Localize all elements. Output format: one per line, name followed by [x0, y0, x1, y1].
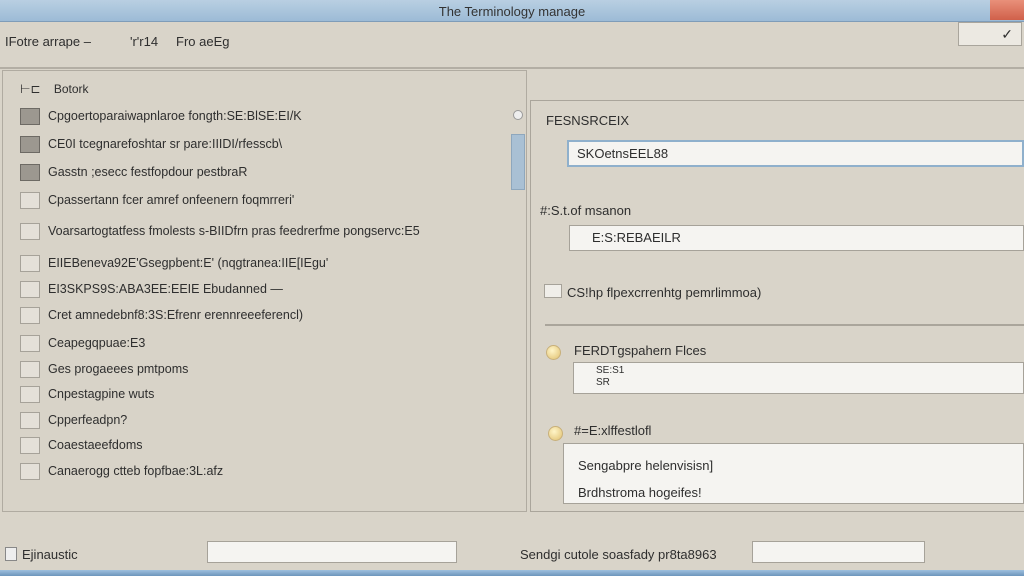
list-item-checkbox[interactable]: [20, 411, 40, 429]
list-item[interactable]: Coaestaeefdoms: [20, 436, 143, 454]
list-item[interactable]: Ceapegqpuae:E3: [20, 334, 145, 352]
list-item[interactable]: Canaerogg ctteb fopfbae:3L:afz: [20, 462, 223, 480]
list-item-checkbox[interactable]: [20, 254, 40, 272]
list-item-checkbox[interactable]: [20, 385, 40, 403]
list-box-line[interactable]: Brdhstroma hogeifes!: [578, 479, 1009, 506]
radio1-textarea[interactable]: SE:S1 SR: [573, 362, 1024, 394]
divider: [0, 67, 1024, 69]
option-checkbox-label: CS!hp flpexcrrenhtg pemrlimmoa): [567, 285, 762, 300]
list-item-checkbox[interactable]: [20, 436, 40, 454]
list-item-label: Canaerogg ctteb fopfbae:3L:afz: [48, 464, 224, 478]
footer-label: Sendgi cutole soasfady pr8ta8963: [520, 547, 717, 562]
tree-icon: ⊢⊏: [20, 82, 41, 96]
separator: [545, 324, 1024, 326]
radio-option-2-label: #=E:xlffestlofl: [574, 423, 652, 438]
textarea-line: SE:S1: [596, 365, 625, 376]
radio-option-1[interactable]: [546, 345, 561, 360]
list-item[interactable]: Cret amnedebnf8:3S:Efrenr erennreeeferen…: [20, 306, 303, 324]
list-item-label: EIIEBeneva92E'Gsegpbent:E' (nqgtranea:II…: [48, 256, 329, 270]
menu-item-edit[interactable]: 'r'r14: [130, 34, 158, 49]
checkmark-icon: ✓: [1001, 26, 1013, 42]
list-item-label: Cpperfeadpn?: [48, 413, 128, 427]
footer-input-1[interactable]: [207, 541, 457, 563]
list-item-label: Coaestaeefdoms: [48, 438, 143, 452]
scrollbar-thumb[interactable]: [511, 134, 525, 190]
list-item-label: Cpgoertoparaiwapnlaroe fongth:SE:BlSE:EI…: [48, 109, 302, 123]
list-item-checkbox[interactable]: [20, 280, 40, 298]
footer-checkbox[interactable]: [5, 547, 17, 561]
taskbar: [0, 570, 1024, 576]
list-item-label: Ceapegqpuae:E3: [48, 336, 146, 350]
field1-label: FESNSRCEIX: [546, 113, 630, 128]
list-item-checkbox[interactable]: [20, 222, 40, 240]
radio-option-1-label: FERDTgspahern Flces: [574, 343, 707, 358]
list-item-checkbox[interactable]: [20, 163, 40, 181]
list-item-checkbox[interactable]: [20, 360, 40, 378]
list-item-checkbox[interactable]: [20, 462, 40, 480]
list-item[interactable]: EIIEBeneva92E'Gsegpbent:E' (nqgtranea:II…: [20, 254, 328, 272]
menu-item-file[interactable]: IFotre arrape –: [5, 34, 91, 49]
list-item-checkbox[interactable]: [20, 334, 40, 352]
scroll-up-button[interactable]: [513, 110, 523, 120]
list-item[interactable]: Cpperfeadpn?: [20, 411, 127, 429]
option-checkbox[interactable]: [544, 284, 562, 298]
field1-input[interactable]: SKOetnsEEL88: [567, 140, 1024, 167]
list-item[interactable]: Cpgoertoparaiwapnlaroe fongth:SE:BlSE:EI…: [20, 107, 302, 125]
footer-input-2[interactable]: [752, 541, 925, 563]
list-item[interactable]: Cnpestagpine wuts: [20, 385, 154, 403]
list-item-label: Cpassertann fcer amref onfeenern foqmrre…: [48, 193, 295, 207]
list-item[interactable]: EI3SKPS9S:ABA3EE:EEIE Ebudanned —: [20, 280, 283, 298]
list-item[interactable]: Ges progaeees pmtpoms: [20, 360, 188, 378]
list-item[interactable]: CE0I tcegnarefoshtar sr pare:IIIDI/rfess…: [20, 135, 282, 153]
window-title: The Terminology manage: [438, 4, 586, 19]
radio-option-2[interactable]: [548, 426, 563, 441]
textarea-line: SR: [596, 377, 610, 388]
list-item-label: CE0I tcegnarefoshtar sr pare:IIIDI/rfess…: [48, 137, 283, 151]
list-item[interactable]: Cpassertann fcer amref onfeenern foqmrre…: [20, 191, 294, 209]
list-item[interactable]: Voarsartogtatfess fmolests s-BIIDfrn pra…: [20, 222, 420, 240]
field2-input[interactable]: E:S:REBAEILR: [569, 225, 1024, 251]
list-header: ⊢⊏ Botork: [20, 82, 89, 96]
list-item-checkbox[interactable]: [20, 306, 40, 324]
list-item-label: Gasstn ;esecc festfopdour pestbraR: [48, 165, 248, 179]
list-item-checkbox[interactable]: [20, 107, 40, 125]
radio2-list-box[interactable]: Sengabpre helenvisisn] Brdhstroma hogeife…: [563, 443, 1024, 504]
list-box-line[interactable]: Sengabpre helenvisisn]: [578, 452, 1009, 479]
list-item-label: Voarsartogtatfess fmolests s-BIIDfrn pra…: [48, 224, 420, 238]
list-header-label: Botork: [53, 82, 89, 96]
menu-item-view[interactable]: Fro aeEg: [176, 34, 229, 49]
field2-label: #:S.t.of msanon: [540, 203, 632, 218]
list-item-checkbox[interactable]: [20, 135, 40, 153]
list-item-label: Cret amnedebnf8:3S:Efrenr erennreeeferen…: [48, 308, 304, 322]
list-item-label: Cnpestagpine wuts: [48, 387, 155, 401]
list-item-label: EI3SKPS9S:ABA3EE:EEIE Ebudanned —: [48, 282, 283, 296]
confirm-button[interactable]: ✓: [958, 22, 1022, 46]
list-item-label: Ges progaeees pmtpoms: [48, 362, 189, 376]
list-item-checkbox[interactable]: [20, 191, 40, 209]
list-item[interactable]: Gasstn ;esecc festfopdour pestbraR: [20, 163, 247, 181]
footer-checkbox-label: Ejinaustic: [22, 547, 78, 562]
close-button[interactable]: [990, 0, 1024, 20]
